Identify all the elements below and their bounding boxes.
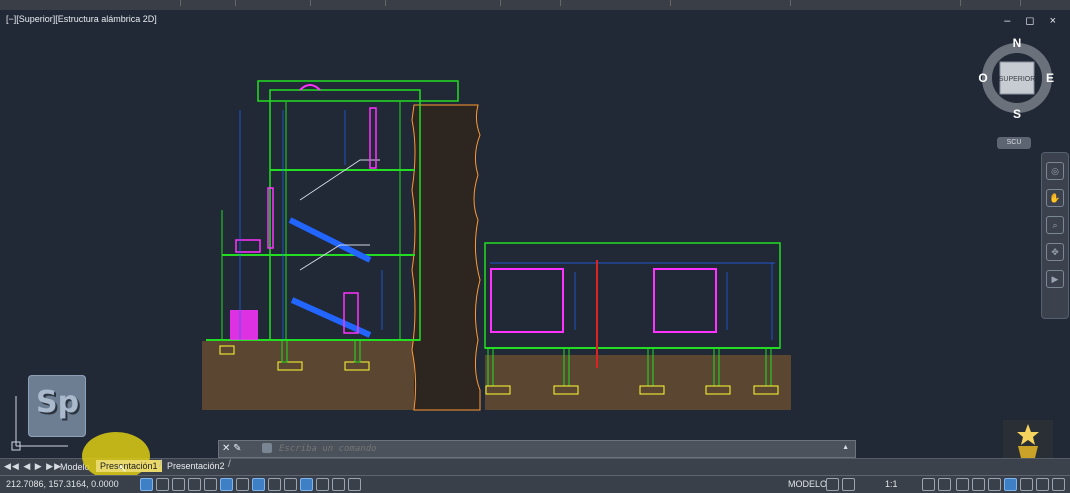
ribbon-panel[interactable] (180, 0, 236, 6)
railing (235, 239, 261, 253)
full-screen-icon[interactable] (1052, 478, 1065, 491)
layout-icon[interactable] (842, 478, 855, 491)
command-line-icons[interactable]: ✕ ✎ (222, 443, 242, 454)
isolate-objects-icon[interactable] (988, 478, 1001, 491)
layout-tab-overlay: Presentación1 / Presentación2 / (0, 458, 1070, 474)
window-section (369, 107, 377, 169)
viewcube[interactable]: SUPERIOR N S E O (978, 36, 1054, 121)
annotation-visibility-icon[interactable] (922, 478, 935, 491)
coordinate-readout: 212.7086, 157.3164, 0.0000 (6, 479, 119, 489)
3d-osnap-icon[interactable] (316, 478, 329, 491)
steering-wheel-icon[interactable]: ◎ (1046, 162, 1064, 180)
window-opening (490, 268, 564, 333)
ribbon-panel[interactable] (560, 0, 671, 6)
dynamic-ucs-icon[interactable] (332, 478, 345, 491)
workspace-gear-icon[interactable] (956, 478, 969, 491)
ribbon-panel[interactable] (960, 0, 1021, 6)
zoom-icon[interactable]: ⌕ (1046, 216, 1064, 234)
object-snap-icon[interactable] (252, 478, 265, 491)
ribbon-panel[interactable] (670, 0, 791, 6)
tab-presentacion1[interactable]: Presentación1 (96, 460, 162, 472)
section-break-wall (411, 104, 481, 411)
lineweight-icon[interactable] (268, 478, 281, 491)
hardware-acceleration-icon[interactable] (1004, 478, 1017, 491)
customization-icon[interactable] (1036, 478, 1049, 491)
tab-separator: / (228, 459, 231, 470)
roof-slab (257, 80, 459, 102)
tab-presentacion2[interactable]: Presentación2 (163, 460, 229, 472)
clean-screen-icon[interactable] (1020, 478, 1033, 491)
compass-north[interactable]: N (1013, 36, 1022, 50)
command-prompt-icon[interactable] (262, 443, 272, 453)
ground-right (485, 355, 791, 410)
window-opening (653, 268, 717, 333)
command-input[interactable] (279, 442, 839, 455)
pan-hand-icon[interactable]: ✋ (1046, 189, 1064, 207)
compass-south[interactable]: S (1013, 107, 1021, 121)
selection-cycling-icon[interactable] (300, 478, 313, 491)
compass-west[interactable]: O (978, 71, 987, 85)
ribbon-panel[interactable] (120, 0, 181, 6)
transparency-icon[interactable] (284, 478, 297, 491)
tab-separator: / (159, 459, 162, 470)
stair-flight (299, 159, 380, 201)
ribbon-panel[interactable] (310, 0, 386, 6)
auto-scale-icon[interactable] (938, 478, 951, 491)
annotation-scale[interactable]: 1:1 (885, 479, 898, 489)
command-history-arrow-icon[interactable]: ▲ (842, 444, 849, 451)
cad-drawing: SUPERIOR N S E O (202, 36, 1054, 411)
grid-icon[interactable] (156, 478, 169, 491)
viewcube-face[interactable]: SUPERIOR (999, 76, 1036, 83)
orbit-icon[interactable]: ✥ (1046, 243, 1064, 261)
navigation-bar: ◎ ✋ ⌕ ✥ ▶ (1041, 152, 1069, 319)
ucs-dropdown-button[interactable]: SCU (997, 137, 1031, 149)
lock-ui-icon[interactable] (972, 478, 985, 491)
channel-logo: Sp (28, 375, 86, 437)
selection-filter-icon[interactable] (348, 478, 361, 491)
mouse-cursor-icon: ↖ (118, 463, 128, 475)
ribbon-panel[interactable] (790, 0, 961, 6)
space-mode-label[interactable]: MODELO (788, 479, 827, 489)
command-line[interactable]: ✕ ✎ ▲ (218, 440, 856, 458)
channel-logo-text: Sp (36, 385, 80, 420)
object-snap-tracking-icon[interactable] (236, 478, 249, 491)
snap-icon[interactable] (172, 478, 185, 491)
showmotion-icon[interactable]: ▶ (1046, 270, 1064, 288)
compass-east[interactable]: E (1046, 71, 1054, 85)
drawing-viewport[interactable]: [−][Superior][Estructura alámbrica 2D] –… (0, 10, 1070, 458)
grid-display-icon[interactable] (826, 478, 839, 491)
ribbon-panel[interactable] (235, 0, 311, 6)
status-bar: 212.7086, 157.3164, 0.0000 MODELO 1:1 (0, 475, 1070, 493)
ribbon-panel[interactable] (500, 0, 561, 6)
ortho-icon[interactable] (188, 478, 201, 491)
model-space-icon[interactable] (140, 478, 153, 491)
masonry-block (230, 310, 258, 340)
polar-icon[interactable] (204, 478, 217, 491)
isodraft-icon[interactable] (220, 478, 233, 491)
ribbon-panel[interactable] (385, 0, 501, 6)
